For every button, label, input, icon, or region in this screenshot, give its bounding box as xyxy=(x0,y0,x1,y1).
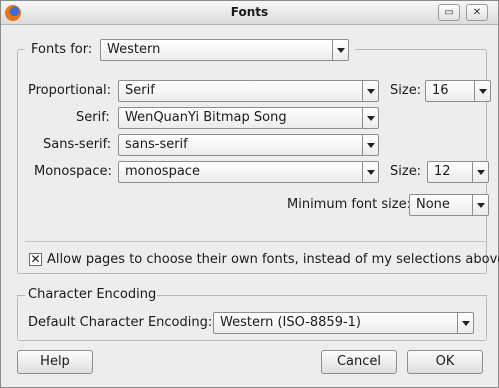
allow-pages-label[interactable]: Allow pages to choose their own fonts, i… xyxy=(47,252,499,267)
help-button[interactable]: Help xyxy=(17,350,93,374)
proportional-size-dropdown[interactable]: 16 xyxy=(425,80,491,102)
serif-label: Serif: xyxy=(76,110,110,125)
character-encoding-heading: Character Encoding xyxy=(28,287,157,302)
sans-serif-dropdown[interactable]: sans-serif xyxy=(118,134,379,156)
monospace-label: Monospace: xyxy=(34,164,112,179)
minimum-font-size-label: Minimum font size: xyxy=(287,197,411,212)
chevron-down-icon xyxy=(457,313,473,333)
chevron-down-icon xyxy=(362,135,378,155)
monospace-value: monospace xyxy=(125,164,200,179)
fonts-for-value: Western xyxy=(107,42,161,57)
sans-serif-label: Sans-serif: xyxy=(43,137,112,152)
chevron-down-icon xyxy=(362,162,378,182)
fonts-dialog: Fonts ▭ ✕ Fonts for: Western Proportiona… xyxy=(0,0,499,388)
fonts-for-label: Fonts for: xyxy=(31,42,93,57)
fonts-for-dropdown[interactable]: Western xyxy=(100,39,349,61)
default-character-encoding-value: Western (ISO-8859-1) xyxy=(220,315,362,330)
chevron-down-icon xyxy=(362,81,378,101)
monospace-size-label: Size: xyxy=(390,164,422,179)
cancel-button[interactable]: Cancel xyxy=(321,350,397,374)
proportional-label: Proportional: xyxy=(28,83,112,98)
chevron-down-icon xyxy=(472,195,488,215)
title-bar[interactable]: Fonts ▭ ✕ xyxy=(1,1,498,25)
window-title: Fonts xyxy=(230,5,269,19)
default-character-encoding-dropdown[interactable]: Western (ISO-8859-1) xyxy=(213,312,474,334)
proportional-value: Serif xyxy=(125,83,155,98)
serif-dropdown[interactable]: WenQuanYi Bitmap Song xyxy=(118,107,379,129)
chevron-down-icon xyxy=(362,108,378,128)
group-line xyxy=(157,295,487,296)
minimize-button[interactable]: ▭ xyxy=(438,4,460,21)
minimum-font-size-dropdown[interactable]: None xyxy=(409,194,489,216)
separator xyxy=(25,241,487,242)
chevron-down-icon xyxy=(332,40,348,60)
proportional-dropdown[interactable]: Serif xyxy=(118,80,379,102)
chevron-down-icon xyxy=(472,162,488,182)
group-line xyxy=(17,295,25,296)
monospace-dropdown[interactable]: monospace xyxy=(118,161,379,183)
sans-serif-value: sans-serif xyxy=(125,137,188,152)
ok-button[interactable]: OK xyxy=(407,350,483,374)
monospace-size-dropdown[interactable]: 12 xyxy=(427,161,489,183)
checkmark-icon: ✕ xyxy=(30,252,41,266)
close-icon: ✕ xyxy=(472,7,482,18)
close-button[interactable]: ✕ xyxy=(466,4,488,21)
minimum-font-size-value: None xyxy=(416,197,450,212)
serif-value: WenQuanYi Bitmap Song xyxy=(125,110,287,125)
default-character-encoding-label: Default Character Encoding: xyxy=(28,315,213,330)
minimize-icon: ▭ xyxy=(444,7,454,18)
allow-pages-checkbox[interactable]: ✕ xyxy=(29,253,42,266)
monospace-size-value: 12 xyxy=(434,164,451,179)
chevron-down-icon xyxy=(474,81,490,101)
proportional-size-value: 16 xyxy=(432,83,449,98)
proportional-size-label: Size: xyxy=(390,83,422,98)
